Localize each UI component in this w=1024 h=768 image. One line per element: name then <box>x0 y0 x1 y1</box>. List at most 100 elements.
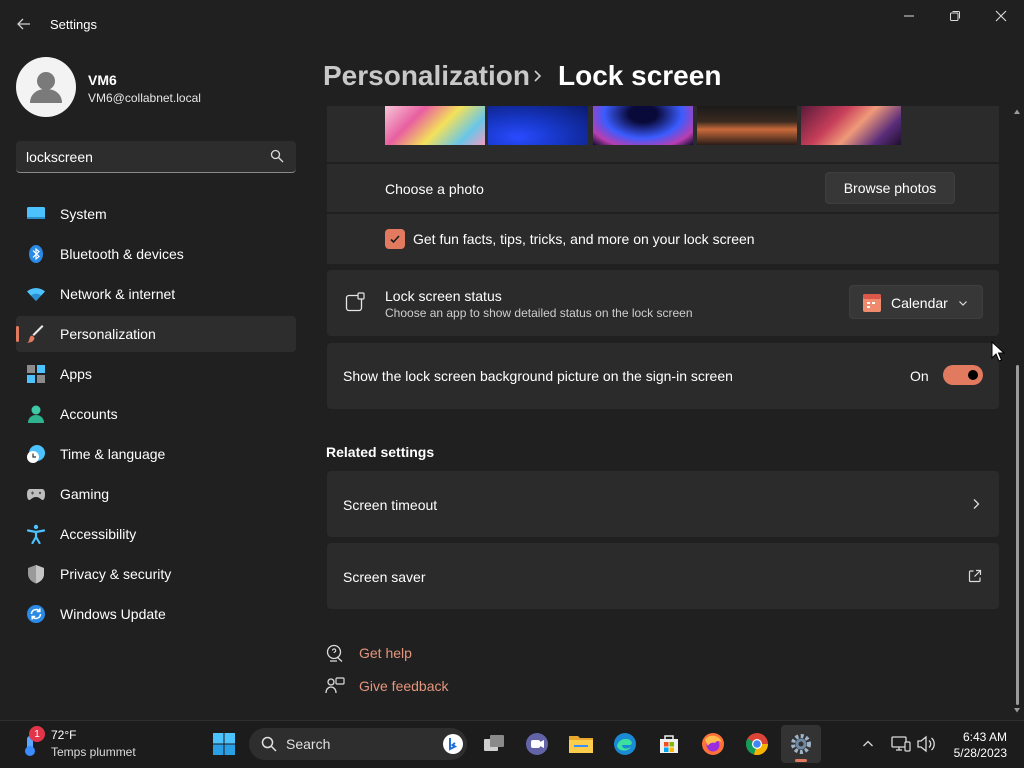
give-feedback-icon <box>325 677 345 694</box>
chevron-up-icon[interactable] <box>862 738 874 750</box>
accessibility-icon <box>26 524 46 544</box>
scroll-down-icon[interactable] <box>1013 706 1021 714</box>
sidebar-item-privacy[interactable]: Privacy & security <box>16 556 296 592</box>
clock-time[interactable]: 6:43 AM <box>955 730 1007 744</box>
minimize-icon <box>904 15 914 17</box>
shield-icon <box>28 565 44 584</box>
sidebar-item-accounts[interactable]: Accounts <box>16 396 296 432</box>
gaming-icon <box>27 489 45 500</box>
lock-screen-status-title: Lock screen status <box>385 288 502 304</box>
edge-icon <box>614 733 636 755</box>
back-button[interactable] <box>8 10 40 38</box>
choose-photo-row: Choose a photo Browse photos <box>327 164 999 212</box>
chrome-icon <box>746 733 768 756</box>
close-button[interactable] <box>978 4 1024 28</box>
breadcrumb-parent[interactable]: Personalization <box>323 60 530 92</box>
search-icon[interactable] <box>270 149 286 165</box>
screen-timeout-row[interactable]: Screen timeout <box>327 471 999 537</box>
user-name: VM6 <box>88 72 117 88</box>
page-title: Lock screen <box>558 60 722 91</box>
store-button[interactable] <box>655 730 683 758</box>
sidebar-item-label: Gaming <box>60 486 110 502</box>
task-view-button[interactable] <box>480 730 508 758</box>
taskbar-search[interactable]: Search <box>249 728 467 760</box>
fun-facts-checkbox[interactable] <box>385 229 405 249</box>
calendar-icon <box>863 294 881 312</box>
weather-description: Temps plummet <box>51 745 136 759</box>
sidebar-item-gaming[interactable]: Gaming <box>16 476 296 512</box>
bluetooth-icon <box>29 245 43 263</box>
gear-icon <box>791 734 811 754</box>
sidebar-item-windows-update[interactable]: Windows Update <box>16 596 296 632</box>
browse-photos-button[interactable]: Browse photos <box>825 172 955 204</box>
status-app-dropdown[interactable]: Calendar <box>849 285 983 319</box>
chat-icon <box>526 733 548 755</box>
toggle-knob <box>968 370 978 380</box>
scrollbar-thumb[interactable] <box>1016 365 1019 705</box>
wifi-icon <box>27 288 45 301</box>
task-view-icon <box>484 735 504 751</box>
weather-badge: 1 <box>29 726 45 742</box>
recent-images-card <box>327 106 999 162</box>
edge-button[interactable] <box>611 730 639 758</box>
signin-background-toggle[interactable] <box>943 365 983 385</box>
apps-icon <box>27 365 45 383</box>
scroll-up-icon[interactable] <box>1013 108 1021 116</box>
close-icon <box>995 10 1007 22</box>
recent-image-1[interactable] <box>385 106 485 145</box>
recent-image-5[interactable] <box>801 106 901 145</box>
status-app-value: Calendar <box>891 295 948 311</box>
sidebar-item-time-language[interactable]: Time & language <box>16 436 296 472</box>
restore-button[interactable] <box>932 4 978 28</box>
sidebar-item-accessibility[interactable]: Accessibility <box>16 516 296 552</box>
lock-screen-status-row: Lock screen status Choose an app to show… <box>327 270 999 336</box>
sidebar-item-label: Accessibility <box>60 526 137 542</box>
screen-timeout-label: Screen timeout <box>343 497 438 513</box>
sidebar-item-bluetooth[interactable]: Bluetooth & devices <box>16 236 296 272</box>
external-link-icon <box>968 569 982 583</box>
related-settings-heading: Related settings <box>326 444 435 460</box>
chevron-right-icon <box>973 499 980 509</box>
sidebar-item-label: Network & internet <box>60 286 176 302</box>
avatar[interactable] <box>16 57 76 117</box>
sidebar-item-apps[interactable]: Apps <box>16 356 296 392</box>
sidebar-item-label: Accounts <box>60 406 118 422</box>
firefox-icon <box>702 733 724 755</box>
search-input[interactable] <box>26 147 266 167</box>
weather-temperature: 72°F <box>51 728 77 742</box>
taskbar-search-placeholder: Search <box>286 736 331 752</box>
settings-search[interactable] <box>16 141 296 173</box>
minimize-button[interactable] <box>886 4 932 28</box>
brush-icon <box>27 325 44 343</box>
store-icon <box>660 735 678 753</box>
chrome-button[interactable] <box>743 730 771 758</box>
sidebar-item-label: Apps <box>60 366 92 382</box>
recent-image-2[interactable] <box>488 106 588 145</box>
give-feedback-link[interactable]: Give feedback <box>359 678 449 694</box>
sidebar-item-system[interactable]: System <box>16 196 296 232</box>
sidebar-item-network[interactable]: Network & internet <box>16 276 296 312</box>
fun-facts-row: Get fun facts, tips, tricks, and more on… <box>327 214 999 264</box>
chat-app-button[interactable] <box>523 730 551 758</box>
chevron-down-icon <box>959 301 967 306</box>
clock-date[interactable]: 5/28/2023 <box>945 746 1007 760</box>
recent-image-3[interactable] <box>593 106 693 145</box>
time-language-icon <box>27 445 45 463</box>
firefox-button[interactable] <box>699 730 727 758</box>
signin-background-row: Show the lock screen background picture … <box>327 343 999 409</box>
bing-icon <box>443 734 463 754</box>
sidebar-item-label: Time & language <box>60 446 166 462</box>
toggle-state-label: On <box>910 368 929 384</box>
screen-saver-row[interactable]: Screen saver <box>327 543 999 609</box>
settings-taskbar-button[interactable] <box>781 725 821 763</box>
user-email: VM6@collabnet.local <box>88 91 201 105</box>
network-icon[interactable] <box>891 735 911 753</box>
start-button[interactable] <box>210 730 238 758</box>
get-help-link[interactable]: Get help <box>359 645 412 661</box>
recent-image-4[interactable] <box>697 106 797 145</box>
back-arrow-icon <box>17 18 30 30</box>
file-explorer-button[interactable] <box>567 730 595 758</box>
sidebar-item-personalization[interactable]: Personalization <box>16 316 296 352</box>
search-icon <box>261 736 277 752</box>
volume-icon[interactable] <box>916 735 936 753</box>
